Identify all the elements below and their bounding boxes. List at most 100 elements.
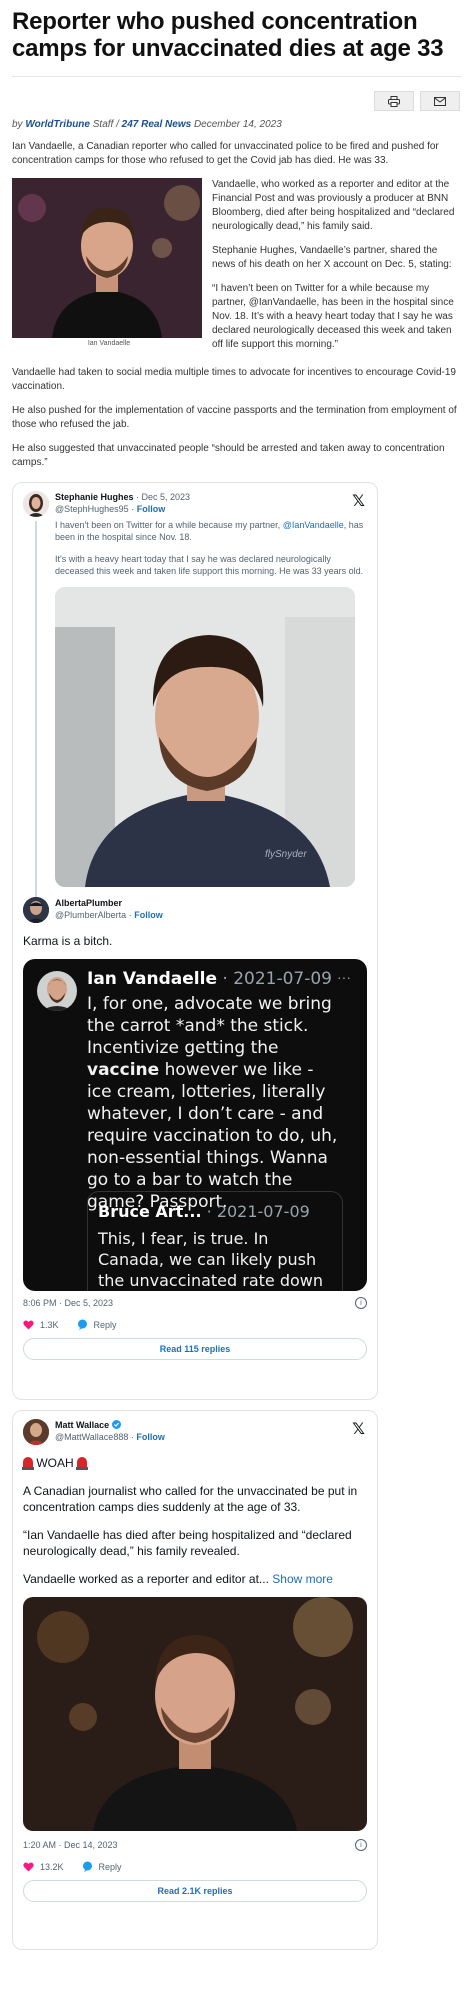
byline-prefix: by [12, 119, 23, 130]
follow-button[interactable]: Follow [137, 504, 166, 514]
tweet-para-3: Vandaelle worked as a reporter and edito… [23, 1571, 367, 1587]
tweet-text-3: It's with a heavy heart today that I say… [55, 554, 364, 576]
publish-date: December 14, 2023 [193, 119, 282, 130]
tweet-text-1: I haven't been on Twitter for a while be… [55, 520, 281, 530]
paragraph-5: Vandaelle had taken to social media mult… [12, 367, 456, 392]
reply-label: Reply [93, 1319, 117, 1330]
like-button[interactable]: 1.3K [23, 1320, 59, 1330]
info-icon[interactable]: i [355, 1839, 367, 1851]
author-link[interactable]: WorldTribune [25, 119, 90, 130]
tweet-actions: 1.3K Reply [23, 1319, 367, 1330]
svg-text:flySnyder: flySnyder [265, 849, 307, 860]
tweet-photo-art: flySnyder [55, 587, 355, 887]
printer-icon [388, 95, 400, 107]
reply-bubble-icon [82, 1861, 92, 1872]
info-icon[interactable]: i [355, 1297, 367, 1309]
tweet-para-2: “Ian Vandaelle has died after being hosp… [23, 1528, 352, 1558]
reply-avatar[interactable] [23, 897, 49, 923]
quoted-text: This, I fear, is true. In Canada, we can… [98, 1229, 323, 1290]
like-button[interactable]: 13.2K [23, 1862, 64, 1872]
tweet-actions: 13.2K Reply [23, 1861, 367, 1872]
figure-block: Ian Vandaelle Vandaelle, who worked as a… [12, 178, 462, 352]
author-handle[interactable]: @StephHughes95 [55, 504, 129, 514]
reply-follow-button[interactable]: Follow [134, 910, 163, 920]
tweet-timestamp[interactable]: 1:20 AM · Dec 14, 2023 [23, 1840, 118, 1850]
paragraph-7: He also suggested that unvaccinated peop… [12, 443, 445, 468]
figure-caption: Ian Vandaelle [87, 340, 131, 347]
author-handle[interactable]: @MattWallace888 [55, 1432, 128, 1442]
tweet-header: Matt Wallace @MattWallace888 · Follow [23, 1419, 367, 1445]
heart-icon [23, 1862, 34, 1871]
x-logo-icon[interactable]: 𝕏 [352, 1419, 365, 1438]
read-replies-button[interactable]: Read 115 replies [23, 1338, 367, 1360]
embed-text-bold: vaccine [87, 1060, 160, 1080]
siren-icon [22, 1457, 34, 1470]
show-more-link[interactable]: Show more [272, 1572, 333, 1586]
tweet-headline: WOAH [22, 1455, 367, 1471]
like-count: 13.2K [40, 1861, 64, 1872]
embed-avatar-art [37, 971, 77, 1011]
reply-author-name[interactable]: AlbertaPlumber [55, 898, 122, 908]
embed-text-b: however we like - ice cream, lotteries, … [87, 1060, 338, 1212]
embed-author-name: Ian Vandaelle [87, 969, 217, 989]
reply-avatar-art [23, 897, 49, 923]
like-count: 1.3K [40, 1319, 59, 1330]
tweet-timestamp-row: 1:20 AM · Dec 14, 2023 i [23, 1839, 367, 1851]
article: Reporter who pushed concentration camps … [12, 0, 462, 1950]
title-divider [12, 76, 462, 77]
embedded-tweet-stephanie: 𝕏 Stephanie Hughes · Dec 5, 2023 @StephH… [12, 482, 378, 1400]
thread-line [35, 521, 37, 903]
avatar[interactable] [23, 1419, 49, 1445]
embed-avatar [37, 971, 77, 1011]
email-button[interactable] [420, 91, 460, 111]
article-tools [12, 91, 460, 111]
envelope-icon [434, 96, 446, 106]
tweet-timestamp[interactable]: 8:06 PM · Dec 5, 2023 [23, 1298, 113, 1308]
x-logo-icon[interactable]: 𝕏 [352, 491, 365, 510]
reply-author-handle[interactable]: @PlumberAlberta [55, 910, 126, 920]
embed-text: I, for one, advocate we bring the carrot… [87, 993, 339, 1213]
byline: by WorldTribune Staff / 247 Real News De… [12, 119, 462, 130]
avatar-art [23, 1419, 49, 1445]
paragraph-6: He also pushed for the implementation of… [12, 405, 457, 430]
mention-link[interactable]: @IanVandaelle [283, 520, 344, 530]
siren-icon [76, 1457, 89, 1470]
byline-staff: Staff / [92, 119, 119, 130]
embed-text-a: I, for one, advocate we bring the carrot… [87, 994, 332, 1058]
portrait-photo-art [12, 178, 202, 338]
follow-button[interactable]: Follow [136, 1432, 165, 1442]
avatar-art [23, 491, 49, 517]
author-name[interactable]: Matt Wallace [55, 1420, 109, 1430]
reply-label: Reply [98, 1861, 122, 1872]
reply-button[interactable]: Reply [77, 1319, 117, 1330]
tweet-date[interactable]: · Dec 5, 2023 [136, 492, 190, 502]
quoted-date: · 2021-07-09 [206, 1202, 310, 1221]
intro-paragraph: Ian Vandaelle, a Canadian reporter who c… [12, 141, 439, 166]
source-link[interactable]: 247 Real News [122, 119, 192, 130]
reply-text: Karma is a bitch. [23, 934, 113, 948]
tweet-text: I haven't been on Twitter for a while be… [55, 519, 367, 543]
reply-bubble-icon [77, 1319, 87, 1330]
read-replies-button[interactable]: Read 2.1K replies [23, 1880, 367, 1902]
embedded-quote-card[interactable]: Ian Vandaelle · 2021-07-09 ··· I, for on… [23, 959, 367, 1291]
author-name[interactable]: Stephanie Hughes [55, 492, 134, 502]
tweet-photo-art [23, 1597, 367, 1831]
avatar[interactable] [23, 491, 49, 517]
portrait-photo [12, 178, 202, 338]
reply-button[interactable]: Reply [82, 1861, 122, 1872]
heart-icon [23, 1320, 34, 1329]
tweet-photo[interactable]: flySnyder [55, 587, 355, 887]
article-figure: Ian Vandaelle [12, 178, 206, 347]
tweet-para-3-text: Vandaelle worked as a reporter and edito… [23, 1572, 269, 1586]
tweet-para-1: A Canadian journalist who called for the… [23, 1484, 358, 1514]
quoted-tweet[interactable]: Bruce Art... · 2021-07-09 This, I fear, … [87, 1191, 343, 1291]
quoted-author-name: Bruce Art... [98, 1202, 202, 1221]
print-button[interactable] [374, 91, 414, 111]
reply-header: AlbertaPlumber @PlumberAlberta · Follow [23, 897, 367, 923]
tweet-header: Stephanie Hughes · Dec 5, 2023 @StephHug… [23, 491, 367, 517]
tweet-photo[interactable] [23, 1597, 367, 1831]
verified-badge-icon [111, 1420, 121, 1429]
tweet-timestamp-row: 8:06 PM · Dec 5, 2023 i [23, 1297, 367, 1309]
more-options-icon[interactable]: ··· [337, 969, 351, 985]
headline-text: WOAH [36, 1456, 74, 1470]
